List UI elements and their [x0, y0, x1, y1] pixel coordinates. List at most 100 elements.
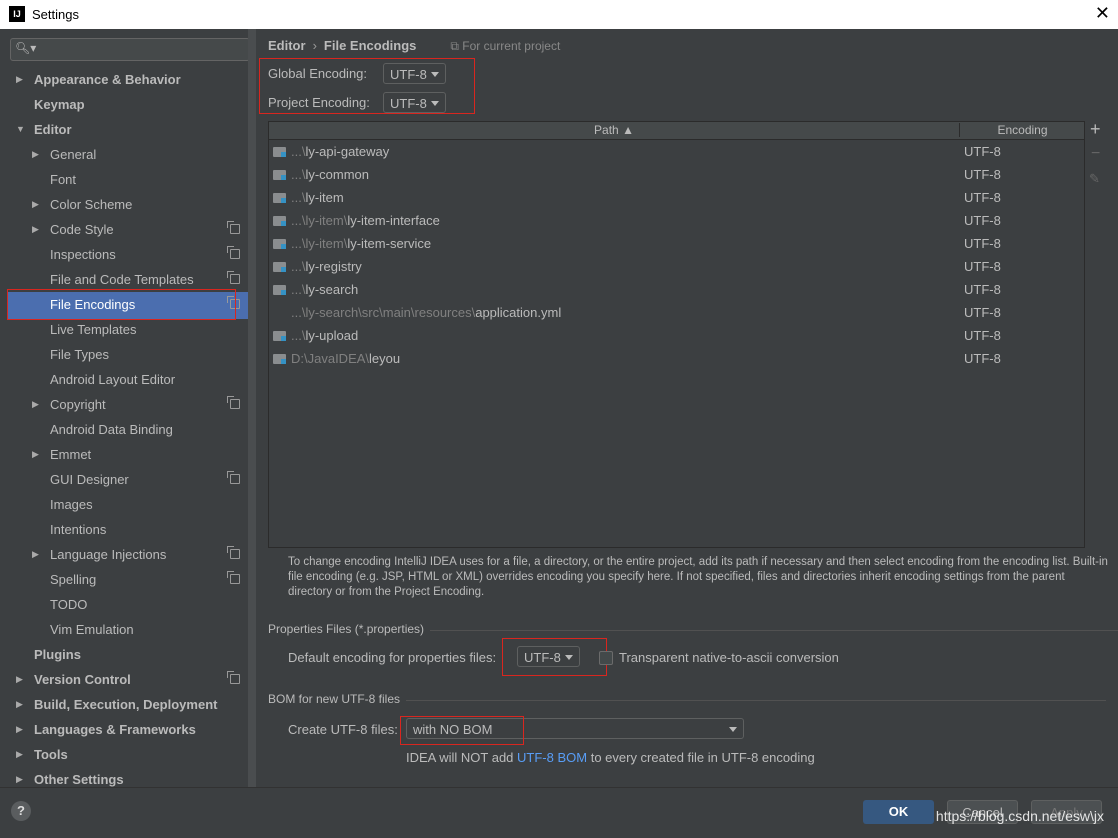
sidebar-item[interactable]: ▶ Version Control	[0, 667, 248, 692]
sidebar-item[interactable]: ▶ Color Scheme	[0, 192, 248, 217]
sidebar-item[interactable]: ▼ Editor	[0, 117, 248, 142]
table-row[interactable]: ...\ly-api-gateway UTF-8	[269, 140, 1084, 163]
column-path-header[interactable]: Path ▲	[269, 123, 959, 137]
sidebar-item-label: Font	[50, 172, 77, 187]
encoding-table[interactable]: Path ▲ Encoding ...\ly-api-gateway UTF-8.…	[268, 121, 1085, 548]
sidebar-item[interactable]: Android Layout Editor	[0, 367, 248, 392]
path-prefix: ...\	[291, 282, 306, 297]
project-scope-icon	[227, 471, 240, 484]
title-bar: IJ Settings ✕	[0, 0, 1118, 29]
add-icon[interactable]: +	[1090, 119, 1101, 140]
encoding-cell[interactable]: UTF-8	[964, 255, 1001, 278]
table-row[interactable]: D:\JavaIDEA\leyou UTF-8	[269, 347, 1084, 370]
sidebar-item-label: GUI Designer	[50, 472, 129, 487]
help-icon[interactable]: ?	[11, 801, 31, 821]
sidebar-item[interactable]: ▶ Copyright	[0, 392, 248, 417]
chevron-right-icon[interactable]: ▶	[16, 67, 23, 92]
sidebar-item[interactable]: TODO	[0, 592, 248, 617]
remove-icon[interactable]: −	[1091, 145, 1100, 163]
table-row[interactable]: ...\ly-common UTF-8	[269, 163, 1084, 186]
sidebar-item[interactable]: Android Data Binding	[0, 417, 248, 442]
chevron-right-icon[interactable]: ▶	[16, 742, 23, 767]
scope-note: ⧉ For current project	[450, 39, 560, 53]
encoding-cell[interactable]: UTF-8	[964, 301, 1001, 324]
chevron-right-icon[interactable]: ▶	[32, 217, 39, 242]
sidebar-item[interactable]: ▶ Appearance & Behavior	[0, 67, 248, 92]
module-folder-icon	[273, 239, 286, 249]
sidebar-item-label: Language Injections	[50, 547, 167, 562]
sidebar-item[interactable]: ▶ General	[0, 142, 248, 167]
chevron-down-icon[interactable]: ▼	[16, 117, 25, 142]
sidebar-item-label: Android Data Binding	[50, 422, 173, 437]
sidebar-item-label: Spelling	[50, 572, 97, 587]
path-cell: ...\ly-item\ly-item-interface	[291, 209, 440, 232]
sidebar-item[interactable]: GUI Designer	[0, 467, 248, 492]
sidebar-item[interactable]: Intentions	[0, 517, 248, 542]
chevron-right-icon[interactable]: ▶	[32, 442, 39, 467]
sidebar-item[interactable]: ▶ Code Style	[0, 217, 248, 242]
table-row[interactable]: ...\ly-item\ly-item-service UTF-8	[269, 232, 1084, 255]
project-scope-icon	[227, 246, 240, 259]
sidebar-item-label: Live Templates	[50, 322, 137, 337]
sidebar-item[interactable]: Plugins	[0, 642, 248, 667]
encoding-cell[interactable]: UTF-8	[964, 232, 1001, 255]
ok-button[interactable]: OK	[863, 800, 934, 824]
sidebar-item[interactable]: Spelling	[0, 567, 248, 592]
close-icon[interactable]: ✕	[1095, 3, 1110, 24]
path-name: ly-upload	[305, 328, 359, 343]
table-row[interactable]: ...\ly-item\ly-item-interface UTF-8	[269, 209, 1084, 232]
sidebar-item[interactable]: File Types	[0, 342, 248, 367]
search-input[interactable]: 🔍︎▾	[10, 38, 250, 61]
encoding-cell[interactable]: UTF-8	[964, 324, 1001, 347]
encoding-cell[interactable]: UTF-8	[964, 209, 1001, 232]
chevron-right-icon[interactable]: ▶	[16, 667, 23, 692]
sidebar-item[interactable]: ▶ Emmet	[0, 442, 248, 467]
transparent-conversion-checkbox[interactable]	[599, 651, 613, 665]
path-name: ly-item-interface	[347, 213, 440, 228]
column-encoding-header[interactable]: Encoding	[959, 123, 1085, 137]
table-row[interactable]: ...\ly-search\src\main\resources\applica…	[269, 301, 1084, 324]
encoding-cell[interactable]: UTF-8	[964, 278, 1001, 301]
table-row[interactable]: ...\ly-search UTF-8	[269, 278, 1084, 301]
edit-icon[interactable]: ✎	[1089, 171, 1100, 187]
sidebar-item[interactable]: Vim Emulation	[0, 617, 248, 642]
path-cell: ...\ly-api-gateway	[291, 140, 389, 163]
sidebar-item[interactable]: ▶ Build, Execution, Deployment	[0, 692, 248, 717]
breadcrumb-parent[interactable]: Editor	[268, 38, 306, 53]
path-cell: ...\ly-upload	[291, 324, 358, 347]
help-description: To change encoding IntelliJ IDEA uses fo…	[288, 556, 1108, 598]
sidebar-item[interactable]: Keymap	[0, 92, 248, 117]
chevron-right-icon[interactable]: ▶	[32, 542, 39, 567]
chevron-right-icon[interactable]: ▶	[16, 692, 23, 717]
search-icon: 🔍︎▾	[15, 41, 37, 55]
table-row[interactable]: ...\ly-registry UTF-8	[269, 255, 1084, 278]
sidebar-item[interactable]: ▶ Language Injections	[0, 542, 248, 567]
transparent-conversion-label[interactable]: Transparent native-to-ascii conversion	[619, 650, 839, 665]
path-prefix: ...\	[291, 190, 306, 205]
sidebar-item[interactable]: Live Templates	[0, 317, 248, 342]
sidebar-item[interactable]: Inspections	[0, 242, 248, 267]
sidebar-item[interactable]: ▶ Languages & Frameworks	[0, 717, 248, 742]
encoding-cell[interactable]: UTF-8	[964, 140, 1001, 163]
encoding-cell[interactable]: UTF-8	[964, 163, 1001, 186]
table-row[interactable]: ...\ly-upload UTF-8	[269, 324, 1084, 347]
chevron-right-icon[interactable]: ▶	[32, 192, 39, 217]
sidebar-item-label: Color Scheme	[50, 197, 133, 212]
chevron-right-icon[interactable]: ▶	[32, 392, 39, 417]
chevron-right-icon[interactable]: ▶	[32, 142, 39, 167]
sidebar-item[interactable]: ▶ Tools	[0, 742, 248, 767]
path-cell: ...\ly-registry	[291, 255, 362, 278]
sidebar-item-label: Appearance & Behavior	[34, 72, 181, 87]
utf8-bom-link[interactable]: UTF-8 BOM	[517, 750, 587, 765]
path-name: ly-item	[305, 190, 344, 205]
encoding-cell[interactable]: UTF-8	[964, 186, 1001, 209]
sidebar-scrollbar[interactable]	[248, 29, 256, 787]
sidebar-item[interactable]: Font	[0, 167, 248, 192]
table-row[interactable]: ...\ly-item UTF-8	[269, 186, 1084, 209]
encoding-cell[interactable]: UTF-8	[964, 347, 1001, 370]
path-cell: ...\ly-search\src\main\resources\applica…	[291, 301, 561, 324]
properties-section-title: Properties Files (*.properties)	[268, 622, 1118, 636]
chevron-right-icon[interactable]: ▶	[16, 717, 23, 742]
highlight-box-properties	[502, 638, 607, 676]
sidebar-item[interactable]: Images	[0, 492, 248, 517]
